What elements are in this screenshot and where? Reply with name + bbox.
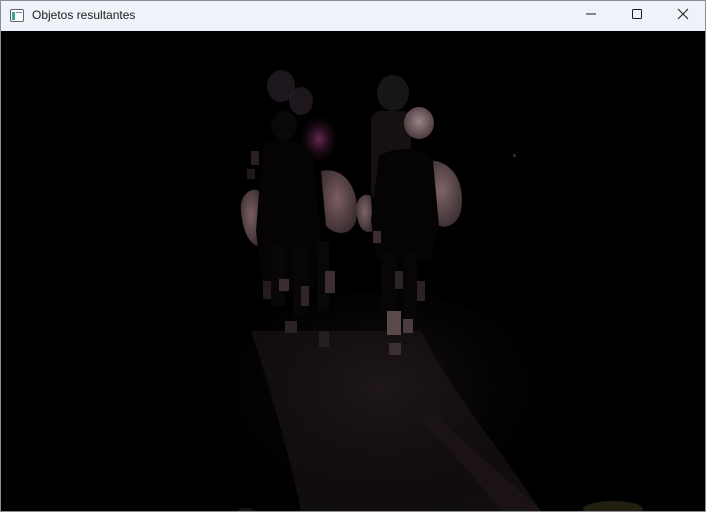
maximize-button[interactable] (614, 1, 660, 31)
minimize-icon (585, 7, 597, 25)
window-title: Objetos resultantes (32, 8, 136, 22)
window-app-icon (10, 9, 24, 22)
close-icon (677, 7, 689, 25)
maximize-icon (631, 7, 643, 25)
segmented-result-image (211, 70, 643, 511)
title-bar[interactable]: Objetos resultantes (1, 1, 705, 31)
app-window: Objetos resultantes (0, 0, 706, 512)
close-button[interactable] (660, 1, 705, 31)
minimize-button[interactable] (568, 1, 614, 31)
image-canvas (1, 31, 705, 511)
